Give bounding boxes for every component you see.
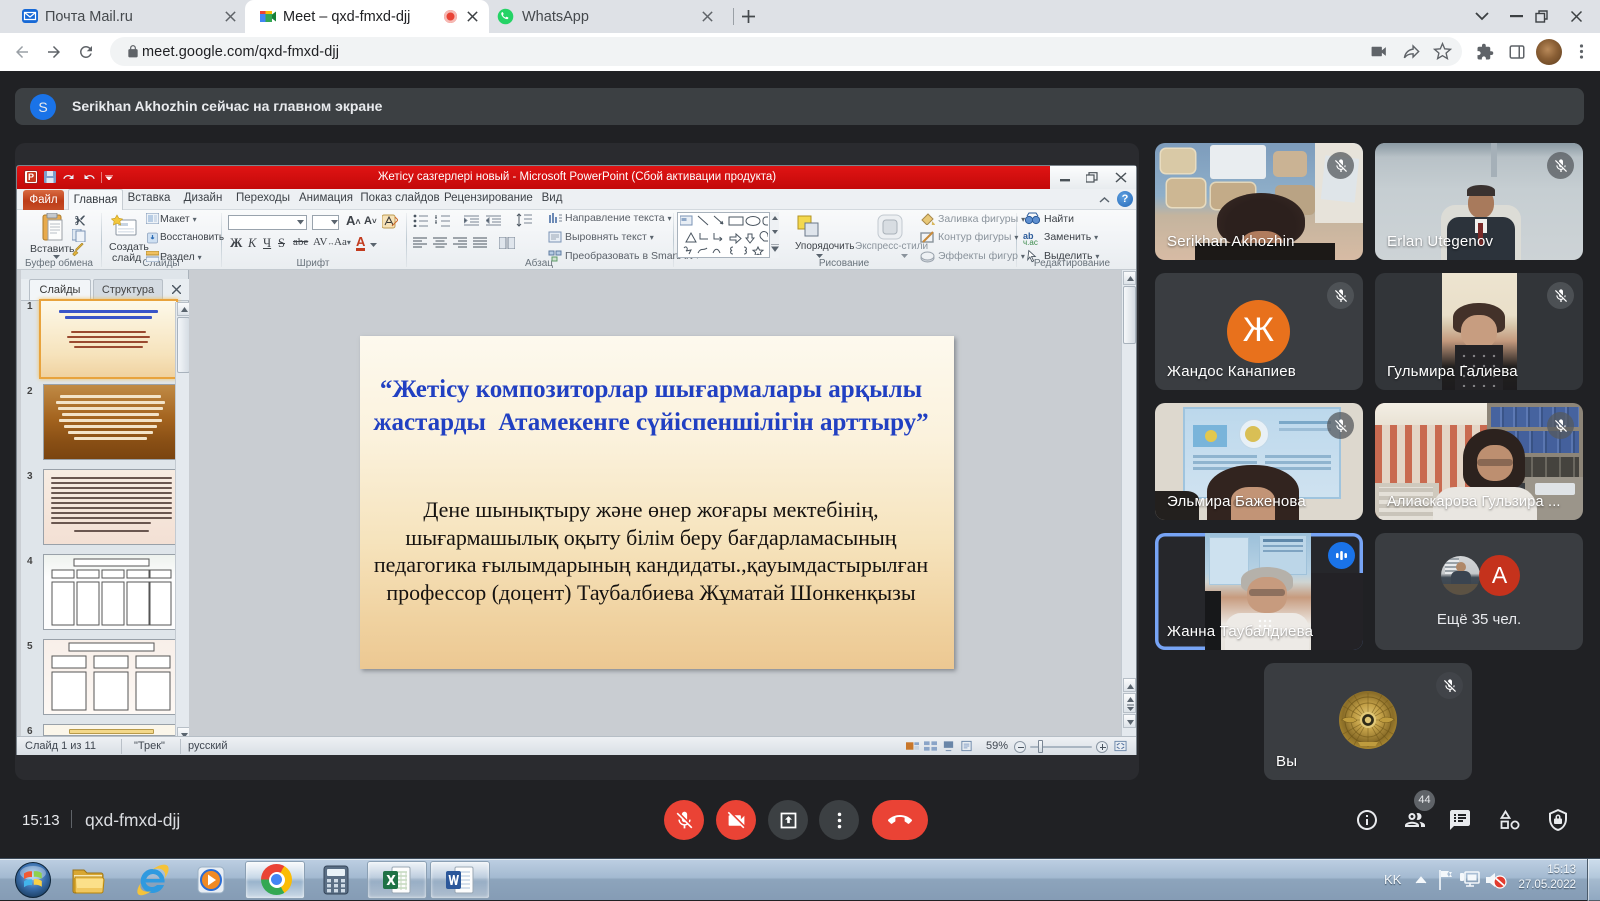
svg-text:ч,ac: ч,ac <box>1023 238 1038 245</box>
